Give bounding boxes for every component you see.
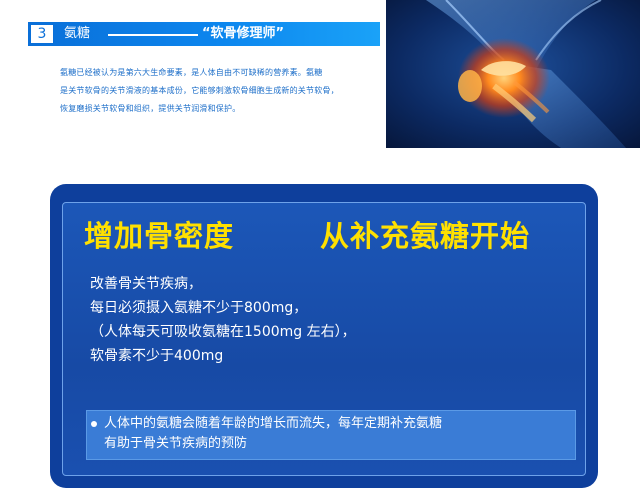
note-line: 有助于骨关节疾病的预防 <box>104 436 248 451</box>
dosage-line: 改善骨关节疾病， <box>90 276 202 292</box>
intro-line: 恢复磨损关节软骨和组织，提供关节润滑和保护。 <box>60 104 241 113</box>
note-line: 人体中的氨糖会随着年龄的增长而流失，每年定期补充氨糖 <box>104 416 443 431</box>
headline-right: 从补充氨糖开始 <box>320 219 531 253</box>
section-subtitle: “软骨修理师” <box>202 26 285 41</box>
dosage-line: 软骨素不少于400mg <box>90 348 224 364</box>
intro-line: 是关节软骨的关节滑液的基本成份，它能够刺激软骨细胞生成新的关节软骨， <box>60 86 339 95</box>
intro-text: 氨糖已经被认为是第六大生命要素，是人体自由不可缺稀的营养素。氨糖 是关节软骨的关… <box>60 64 380 118</box>
intro-line: 氨糖已经被认为是第六大生命要素，是人体自由不可缺稀的营养素。氨糖 <box>60 68 323 77</box>
section-title: 氨糖 <box>64 26 91 41</box>
knee-joint-xray-illustration-icon <box>386 0 640 148</box>
dosage-line: （人体每天可吸收氨糖在1500mg 左右）， <box>90 324 356 340</box>
knee-joint-image <box>386 0 640 148</box>
headline-left: 增加骨密度 <box>84 219 235 253</box>
dosage-text: 改善骨关节疾病， 每日必须摄入氨糖不少于800mg， （人体每天可吸收氨糖在15… <box>90 272 570 368</box>
intro-section: 3 氨糖 “软骨修理师” 氨糖已经被认为是第六大生命要素，是人体自由不可缺稀的营… <box>0 0 640 160</box>
bullet-icon <box>91 421 97 427</box>
section-number: 3 <box>30 24 54 44</box>
dosage-line: 每日必须摄入氨糖不少于800mg， <box>90 300 308 316</box>
title-divider <box>108 34 198 36</box>
